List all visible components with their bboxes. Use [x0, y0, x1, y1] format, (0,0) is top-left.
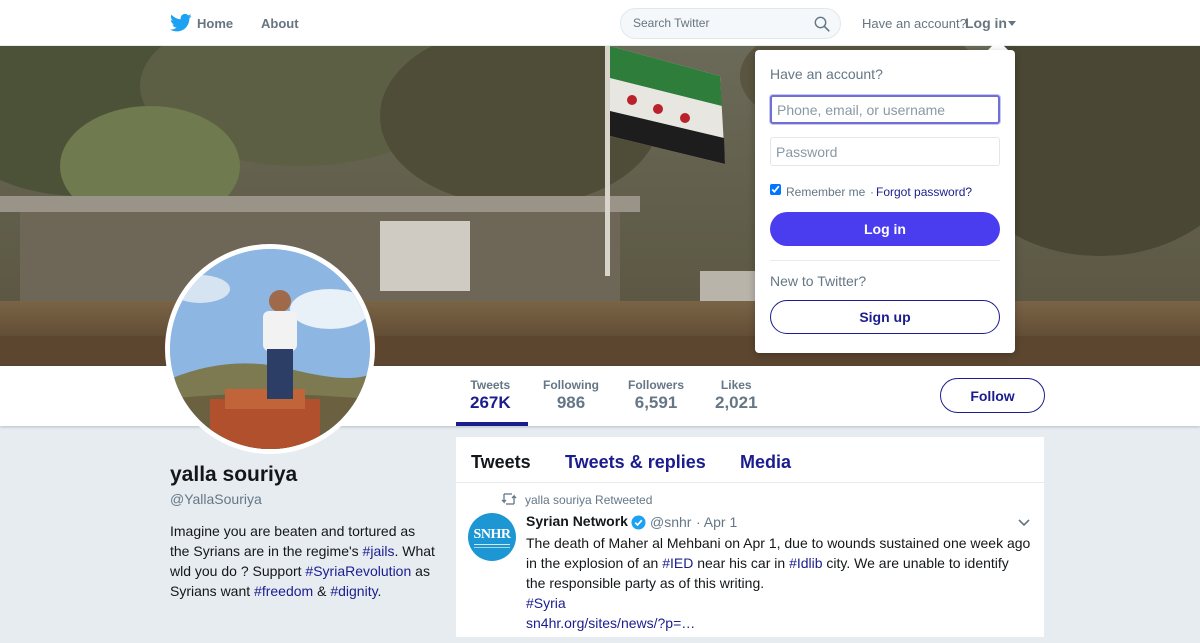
tweet-author-name[interactable]: Syrian Network — [526, 513, 628, 529]
remember-me-label[interactable]: Remember me — [786, 185, 865, 199]
twitter-bird-icon[interactable] — [170, 13, 192, 33]
search-icon[interactable] — [814, 16, 830, 32]
tweet[interactable]: yalla souriya Retweeted SNHR Syrian Netw… — [456, 483, 1044, 643]
profile-handle[interactable]: @YallaSouriya — [170, 491, 262, 507]
hashtag-link[interactable]: #dignity — [330, 583, 377, 599]
tweet-text: The death of Maher al Mehbani on Apr 1, … — [526, 533, 1031, 633]
hashtag-link[interactable]: #IED — [662, 555, 693, 571]
stat-label: Following — [543, 378, 599, 392]
tab-media[interactable]: Media — [740, 452, 791, 473]
search-input[interactable] — [633, 16, 808, 30]
chevron-down-icon[interactable] — [1018, 519, 1030, 527]
stat-value: 6,591 — [634, 393, 678, 412]
retweet-icon — [501, 493, 517, 505]
profile-bio: Imagine you are beaten and tortured as t… — [170, 521, 435, 601]
profile-name: yalla souriya — [170, 463, 298, 486]
signup-button[interactable]: Sign up — [770, 300, 1000, 334]
search-box — [620, 8, 841, 39]
dropdown-arrow — [988, 40, 1008, 50]
stat-label: Likes — [720, 378, 752, 392]
stat-followers[interactable]: Followers 6,591 — [628, 378, 684, 413]
stat-label: Followers — [628, 378, 685, 392]
login-button[interactable]: Log in — [770, 212, 1000, 246]
tab-tweets[interactable]: Tweets — [471, 452, 531, 473]
stat-following[interactable]: Following 986 — [543, 378, 599, 413]
top-nav-bar: Home About Have an account? Log in — [0, 0, 1200, 46]
hashtag-link[interactable]: #jails — [363, 543, 395, 559]
nav-home-link[interactable]: Home — [197, 16, 233, 31]
timeline-tabs: Tweets Tweets & replies Media — [456, 437, 1044, 483]
tweet-url-link[interactable]: sn4hr.org/sites/news/?p=… — [526, 615, 695, 631]
password-field[interactable] — [770, 137, 1000, 166]
caret-down-icon[interactable] — [1008, 21, 1016, 26]
forgot-password-link[interactable]: Forgot password? — [876, 185, 972, 199]
bio-text: . — [377, 583, 382, 599]
hashtag-link[interactable]: #Syria — [526, 595, 566, 611]
new-to-twitter-text: New to Twitter? — [770, 273, 867, 289]
tab-tweets-replies[interactable]: Tweets & replies — [565, 452, 706, 473]
hashtag-link[interactable]: #freedom — [254, 583, 313, 599]
retweet-context[interactable]: yalla souriya Retweeted — [525, 493, 652, 507]
separator-dot: · — [870, 185, 874, 199]
stat-value: 2,021 — [715, 393, 758, 412]
divider — [770, 260, 1000, 261]
follow-button[interactable]: Follow — [940, 378, 1045, 413]
verified-badge-icon — [631, 515, 646, 530]
stat-label: Tweets — [470, 378, 511, 392]
have-account-text: Have an account? — [862, 16, 967, 31]
nav-about-link[interactable]: About — [261, 16, 299, 31]
avatar-image — [170, 249, 370, 449]
stat-likes[interactable]: Likes 2,021 — [715, 378, 758, 413]
profile-avatar[interactable] — [165, 244, 375, 454]
hashtag-link[interactable]: #Idlib — [789, 555, 822, 571]
login-dropdown-toggle[interactable]: Log in — [965, 15, 1007, 31]
tweet-author-avatar[interactable]: SNHR — [468, 513, 516, 561]
tweet-author-handle[interactable]: @snhr — [650, 514, 691, 530]
stat-value: 986 — [556, 393, 586, 412]
remember-me-checkbox[interactable] — [770, 184, 781, 195]
hashtag-link[interactable]: #SyriaRevolution — [305, 563, 411, 579]
tweet-text-part: near his car in — [693, 555, 790, 571]
username-field[interactable] — [770, 95, 1000, 124]
bio-text: & — [313, 583, 331, 599]
timeline: Tweets Tweets & replies Media yalla sour… — [456, 437, 1044, 637]
avatar-logo-text: SNHR — [473, 527, 511, 542]
tweet-timestamp[interactable]: · Apr 1 — [696, 514, 737, 530]
login-dropdown: Have an account? Remember me · Forgot pa… — [755, 50, 1015, 353]
login-dropdown-title: Have an account? — [770, 66, 883, 82]
stat-tweets[interactable]: Tweets 267K — [470, 378, 511, 413]
stat-value: 267K — [470, 393, 511, 412]
active-tab-underline — [456, 422, 528, 426]
avatar-logo-lines — [474, 544, 510, 548]
